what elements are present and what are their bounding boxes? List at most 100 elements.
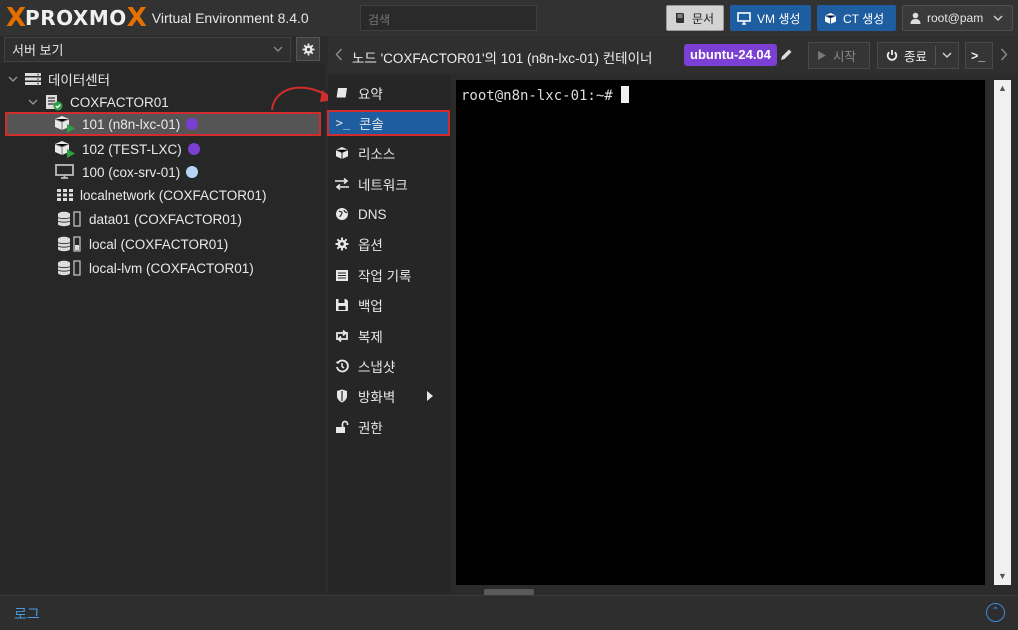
tag-dot [187, 143, 200, 155]
nav-item-label: 리소스 [358, 147, 396, 162]
nav-item-label: 요약 [358, 87, 383, 102]
chevron-down-icon[interactable] [942, 52, 952, 59]
server-view-select[interactable]: 서버 보기 [4, 37, 291, 62]
content-nav-menu: 요약 >_ 콘솔 리소스 네트워크 DNS 옵션 작업 기록 백업 복제 스냅샷… [327, 75, 451, 593]
create-vm-label: VM 생성 [757, 11, 801, 26]
expand-log-icon[interactable]: ⌃ [986, 603, 1005, 622]
nav-item-network[interactable]: 네트워크 [328, 171, 451, 197]
create-vm-button[interactable]: VM 생성 [730, 5, 811, 31]
nav-item-label: 작업 기록 [358, 269, 412, 284]
tree-item-label: data01 (COXFACTOR01) [89, 211, 242, 227]
user-menu-button[interactable]: root@pam [902, 5, 1013, 31]
nav-item-label: 옵션 [358, 238, 383, 253]
tree-item-label: 101 (n8n-lxc-01) [82, 116, 181, 132]
create-ct-button[interactable]: CT 생성 [817, 5, 896, 31]
list-icon [336, 269, 348, 281]
server-view-label: 서버 보기 [12, 43, 64, 58]
start-button[interactable]: 시작 [808, 42, 870, 69]
tree-item-vm-100[interactable]: 100 (cox-srv-01) [54, 160, 199, 184]
shutdown-label: 종료 [904, 50, 928, 64]
history-icon [335, 359, 349, 373]
floppy-icon [336, 299, 348, 311]
container-running-icon [54, 141, 75, 158]
tree-item-datacenter[interactable]: 데이터센터 [8, 67, 110, 91]
nav-item-task-history[interactable]: 작업 기록 [328, 262, 451, 288]
nav-item-console[interactable]: >_ 콘솔 [327, 110, 450, 136]
nav-item-replication[interactable]: 복제 [328, 323, 451, 349]
gear-icon [335, 237, 349, 251]
storage-icon [57, 211, 81, 227]
tree-item-localnetwork[interactable]: localnetwork (COXFACTOR01) [56, 183, 267, 207]
logo-x: X [6, 3, 26, 33]
scroll-down-button[interactable]: ▼ [994, 568, 1011, 585]
tree-item-storage-data01[interactable]: data01 (COXFACTOR01) [57, 207, 242, 231]
proxmox-logo: X PROXMO X [6, 0, 147, 36]
tag-dot [186, 166, 199, 178]
create-ct-label: CT 생성 [843, 11, 885, 26]
console-button[interactable]: >_ [965, 42, 993, 69]
os-tag-badge[interactable]: ubuntu-24.04 [684, 44, 777, 66]
chevron-left-icon[interactable] [335, 48, 343, 61]
chevron-down-icon [8, 76, 18, 82]
logo-text: PROXMO [25, 6, 127, 30]
caret-right-icon [427, 391, 434, 401]
log-label[interactable]: 로그 [14, 604, 40, 624]
nav-item-summary[interactable]: 요약 [328, 80, 451, 106]
tree-item-ct-102[interactable]: 102 (TEST-LXC) [54, 137, 200, 161]
book-icon [676, 13, 684, 23]
search-input[interactable]: 검색 [360, 5, 537, 31]
nav-item-dns[interactable]: DNS [328, 201, 451, 227]
version-label: Virtual Environment 8.4.0 [151, 10, 309, 26]
tree-item-storage-local[interactable]: local (COXFACTOR01) [57, 232, 228, 256]
tree-settings-button[interactable] [296, 37, 320, 61]
chevron-down-icon [993, 14, 1003, 21]
retweet-icon [336, 330, 348, 342]
nav-item-label: DNS [358, 206, 387, 222]
nav-item-label: 콘솔 [359, 117, 384, 132]
tree-item-label: local (COXFACTOR01) [89, 236, 229, 252]
documentation-label: 문서 [692, 11, 715, 26]
storage-icon [57, 260, 81, 276]
gear-icon [302, 43, 314, 55]
vm-icon [55, 164, 74, 179]
logo-x-end: X [126, 3, 147, 33]
nav-item-firewall[interactable]: 방화벽 [328, 383, 451, 409]
tree-item-label: localnetwork (COXFACTOR01) [80, 187, 267, 203]
nav-item-label: 복제 [358, 330, 383, 345]
scroll-up-button[interactable]: ▲ [994, 80, 1011, 97]
datacenter-icon [25, 73, 41, 85]
network-icon [57, 189, 73, 201]
node-online-icon [46, 94, 63, 110]
power-icon [886, 50, 898, 61]
exchange-icon [335, 178, 349, 190]
nav-item-resources[interactable]: 리소스 [328, 140, 451, 166]
tree-item-label: local-lvm (COXFACTOR01) [89, 260, 254, 276]
terminal-scrollbar[interactable]: ▲ ▼ [994, 80, 1011, 585]
nav-item-permissions[interactable]: 권한 [328, 414, 451, 440]
globe-icon [336, 208, 348, 220]
desktop-icon [737, 11, 751, 25]
nav-item-label: 권한 [358, 421, 383, 436]
tree-item-label: 100 (cox-srv-01) [82, 164, 181, 180]
tag-dot [186, 118, 199, 130]
tree-item-node[interactable]: COXFACTOR01 [28, 90, 169, 114]
terminal-cursor [620, 86, 629, 103]
documentation-button[interactable]: 문서 [666, 5, 724, 31]
unlock-icon [336, 420, 349, 433]
tree-item-label: 데이터센터 [48, 73, 111, 88]
cube-icon [824, 12, 837, 24]
terminal-screen[interactable]: root@n8n-lxc-01:~# [456, 80, 985, 585]
storage-icon [57, 236, 81, 252]
nav-item-options[interactable]: 옵션 [328, 231, 451, 257]
chevron-down-icon [273, 46, 283, 52]
terminal-icon: >_ [335, 116, 351, 130]
chevron-right-icon[interactable] [1000, 48, 1008, 61]
book-icon [336, 87, 347, 98]
nav-item-backup[interactable]: 백업 [328, 292, 451, 318]
nav-item-snapshots[interactable]: 스냅샷 [328, 353, 451, 379]
terminal-prompt: root@n8n-lxc-01:~# [461, 88, 613, 104]
tree-item-storage-local-lvm[interactable]: local-lvm (COXFACTOR01) [57, 256, 254, 280]
edit-tags-icon[interactable] [780, 48, 793, 61]
nav-item-label: 방화벽 [358, 390, 396, 405]
shutdown-button[interactable]: 종료 [877, 42, 959, 69]
